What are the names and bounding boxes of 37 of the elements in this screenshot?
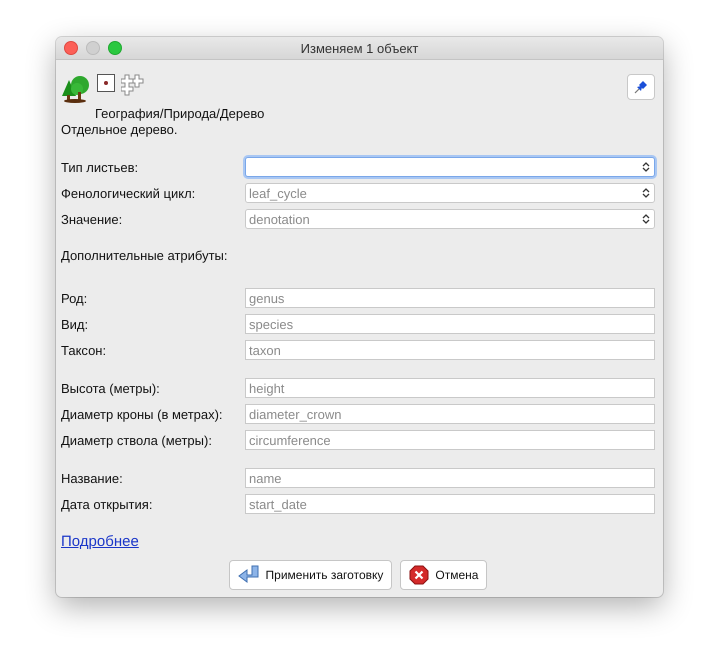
apply-button[interactable]: Применить заготовку bbox=[228, 560, 392, 590]
text-field[interactable]: species bbox=[245, 314, 655, 334]
preset-description: Отдельное дерево. bbox=[61, 122, 179, 139]
section-heading: Дополнительные атрибуты: bbox=[61, 248, 228, 263]
field-label: Название: bbox=[61, 470, 124, 486]
return-arrow-icon bbox=[238, 565, 260, 585]
trees-icon bbox=[61, 74, 91, 104]
text-field[interactable]: name bbox=[245, 468, 655, 488]
field-label: Диаметр ствола (метры): bbox=[61, 432, 213, 448]
text-field[interactable]: height bbox=[245, 378, 655, 398]
close-button[interactable] bbox=[64, 41, 78, 55]
text-field[interactable]: genus bbox=[245, 288, 655, 308]
field-label: Диаметр кроны (в метрах): bbox=[61, 406, 224, 422]
preset-path: География/Природа/Дерево bbox=[94, 106, 266, 122]
field-label: Дата открытия: bbox=[61, 496, 154, 512]
details-link[interactable]: Подробнее bbox=[61, 533, 139, 550]
field-label: Фенологический цикл: bbox=[61, 186, 196, 200]
field-label: Тип листьев: bbox=[61, 160, 140, 174]
field-label: Значение: bbox=[61, 212, 124, 226]
text-field[interactable]: taxon bbox=[245, 340, 655, 360]
field-label: Таксон: bbox=[61, 342, 108, 358]
zoom-button[interactable] bbox=[108, 41, 122, 55]
field-label: Вид: bbox=[61, 316, 90, 332]
combo-box[interactable] bbox=[245, 157, 655, 177]
cancel-button[interactable]: Отмена bbox=[400, 560, 488, 590]
field-label: Высота (метры): bbox=[61, 380, 161, 396]
text-field[interactable]: diameter_crown bbox=[245, 404, 655, 424]
text-field[interactable]: circumference bbox=[245, 430, 655, 450]
window-title: Изменяем 1 объект bbox=[300, 40, 418, 56]
area-icon bbox=[121, 74, 145, 96]
pin-button[interactable] bbox=[627, 74, 655, 100]
minimize-button[interactable] bbox=[86, 41, 100, 55]
cancel-icon bbox=[409, 565, 430, 585]
text-field[interactable]: start_date bbox=[245, 494, 655, 514]
field-label: Род: bbox=[61, 290, 88, 306]
node-icon bbox=[97, 74, 115, 92]
pushpin-icon bbox=[633, 79, 649, 95]
